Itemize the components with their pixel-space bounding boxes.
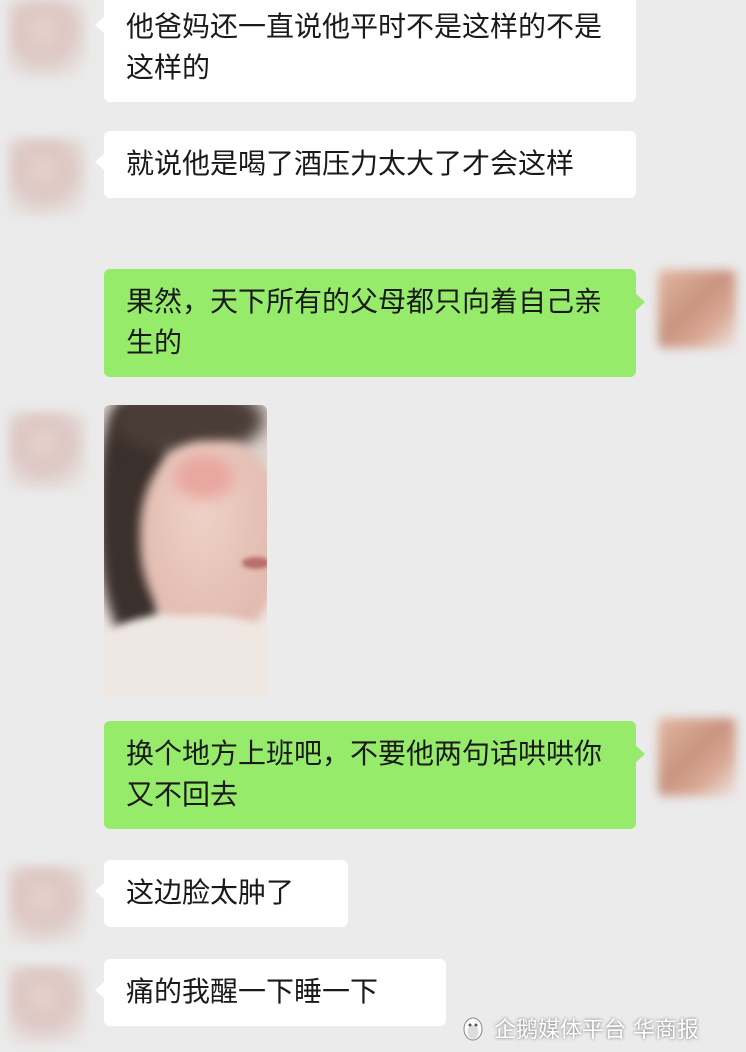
watermark-text: 企鹅媒体平台 华商报 bbox=[494, 1018, 699, 1043]
message-text: 这边脸太肿了 bbox=[126, 876, 295, 909]
image-message[interactable] bbox=[104, 405, 267, 697]
contact-avatar[interactable] bbox=[8, 866, 86, 944]
incoming-message-bubble[interactable]: 这边脸太肿了 bbox=[95, 860, 348, 927]
message-text: 果然，天下所有的父母都只向着自己亲生的 bbox=[126, 285, 603, 359]
contact-avatar[interactable] bbox=[8, 0, 86, 78]
photo-swelling bbox=[174, 455, 234, 499]
self-avatar[interactable] bbox=[658, 718, 736, 796]
contact-avatar[interactable] bbox=[8, 966, 86, 1044]
outgoing-message-bubble[interactable]: 果然，天下所有的父母都只向着自己亲生的 bbox=[104, 269, 645, 377]
self-avatar[interactable] bbox=[658, 270, 736, 348]
message-text: 痛的我醒一下睡一下 bbox=[126, 975, 379, 1008]
incoming-message-bubble[interactable]: 就说他是喝了酒压力太大了才会这样 bbox=[95, 131, 636, 198]
incoming-message-bubble[interactable]: 痛的我醒一下睡一下 bbox=[95, 959, 446, 1026]
watermark: 企鹅媒体平台 华商报 bbox=[460, 1008, 746, 1048]
message-text: 他爸妈还一直说他平时不是这样的不是这样的 bbox=[126, 10, 603, 84]
contact-avatar[interactable] bbox=[8, 138, 86, 216]
message-text: 换个地方上班吧，不要他两句话哄哄你又不回去 bbox=[126, 737, 603, 811]
photo-lips bbox=[242, 557, 267, 569]
message-text: 就说他是喝了酒压力太大了才会这样 bbox=[126, 147, 575, 180]
photo-shoulder bbox=[104, 615, 267, 697]
incoming-message-bubble[interactable]: 他爸妈还一直说他平时不是这样的不是这样的 bbox=[95, 0, 636, 102]
chat-window: 他爸妈还一直说他平时不是这样的不是这样的 就说他是喝了酒压力太大了才会这样 果然… bbox=[0, 0, 746, 1052]
penguin-logo-icon bbox=[463, 1017, 483, 1041]
contact-avatar[interactable] bbox=[8, 412, 86, 490]
outgoing-message-bubble[interactable]: 换个地方上班吧，不要他两句话哄哄你又不回去 bbox=[104, 721, 645, 829]
